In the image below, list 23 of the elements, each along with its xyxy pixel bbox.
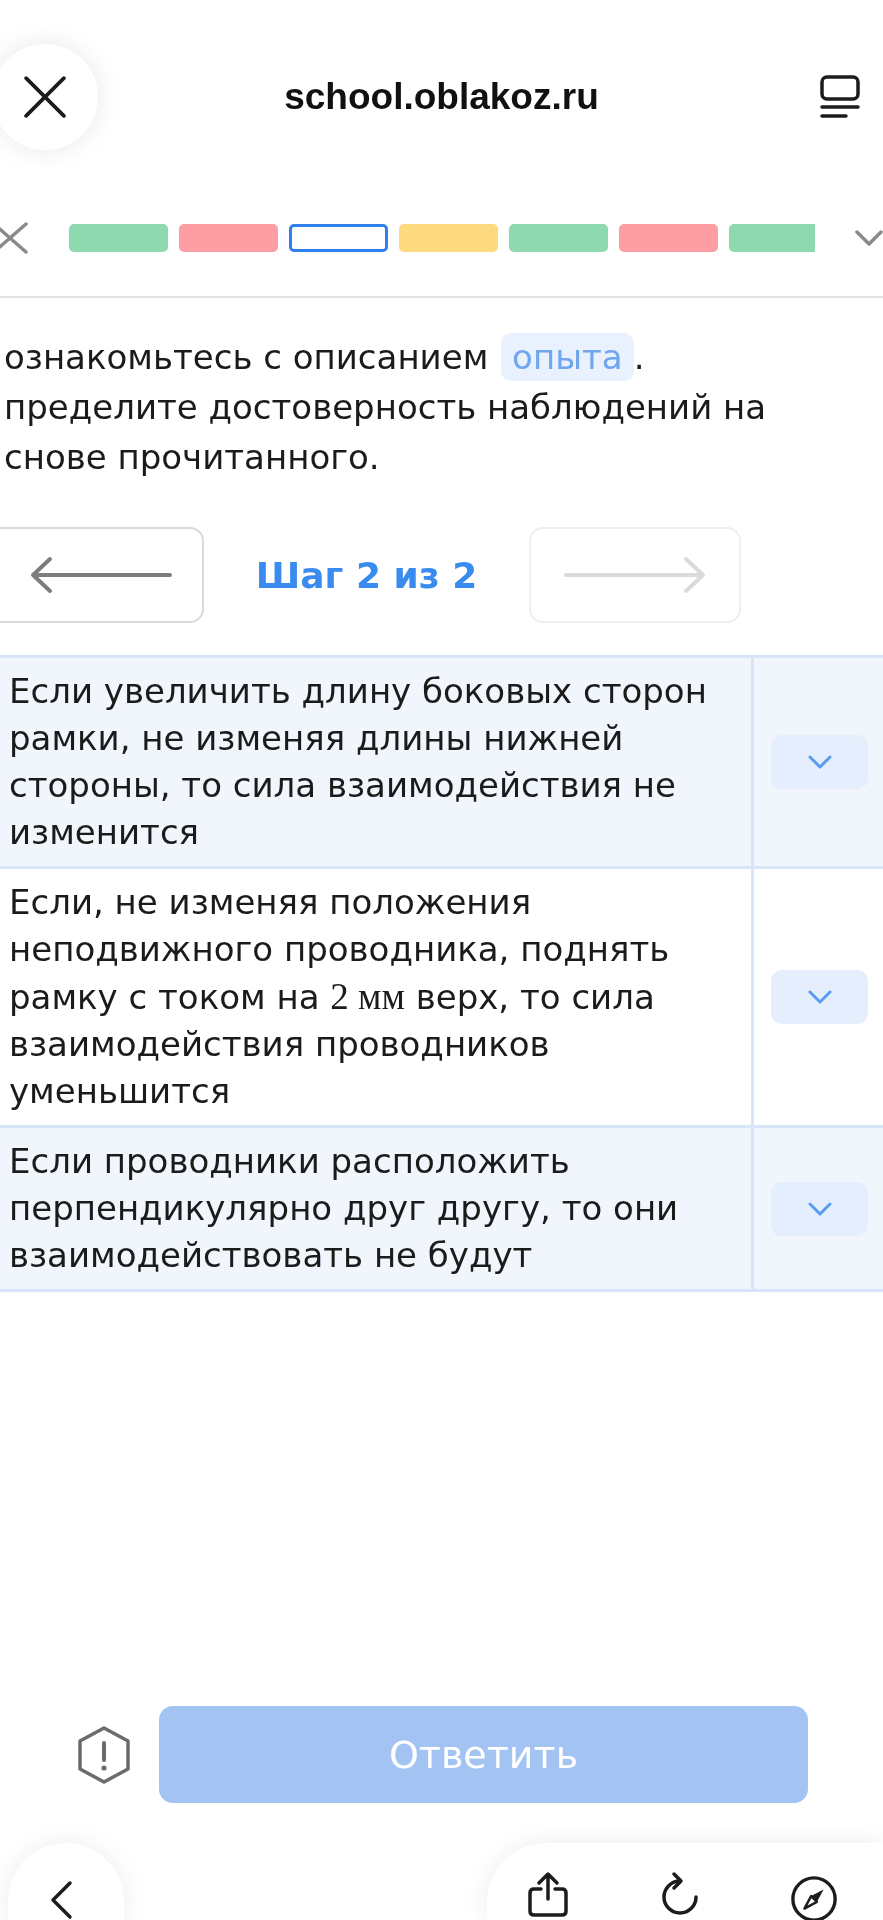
- arrow-right-icon: [564, 555, 706, 595]
- back-button[interactable]: [8, 1843, 124, 1920]
- address-text: school.oblakoz.ru: [284, 76, 599, 118]
- chevron-down-icon: [807, 755, 832, 769]
- statement-cell: Если, не изменяя положения неподвижного проводника, поднять рамку с током на 2 мм верх, то сила взаимодействия проводников уменьшится: [0, 869, 754, 1128]
- step-counter: Шаг 2 из 2: [254, 554, 479, 596]
- back-icon: [49, 1880, 73, 1920]
- experiment-link[interactable]: опыта: [501, 333, 634, 381]
- chevron-down-icon: [807, 1201, 832, 1216]
- chevron-down-icon: [807, 990, 832, 1004]
- statement-cell: Если проводники расположить перпендикулярно друг другу, то они взаимодействовать не будут: [0, 1128, 754, 1292]
- hexagon-exclamation-icon[interactable]: [77, 1724, 131, 1785]
- chevron-down-icon[interactable]: [855, 230, 883, 246]
- arrow-left-icon: [30, 555, 172, 595]
- close-icon[interactable]: [0, 221, 28, 255]
- instruction-text: ознакомьтесь с описанием опыта . пределите достоверность наблюдений на снове прочитанного.: [0, 332, 844, 482]
- question-tab[interactable]: [289, 224, 388, 252]
- page-menu-icon[interactable]: [820, 75, 860, 119]
- compass-icon[interactable]: [790, 1875, 838, 1920]
- share-icon[interactable]: [526, 1871, 570, 1917]
- statement-cell: Если увеличить длину боковых сторон рамки, не изменяя длины нижней стороны, то сила взаимодействия не изменится: [0, 658, 754, 869]
- previous-button[interactable]: [0, 527, 204, 623]
- close-icon: [24, 76, 66, 118]
